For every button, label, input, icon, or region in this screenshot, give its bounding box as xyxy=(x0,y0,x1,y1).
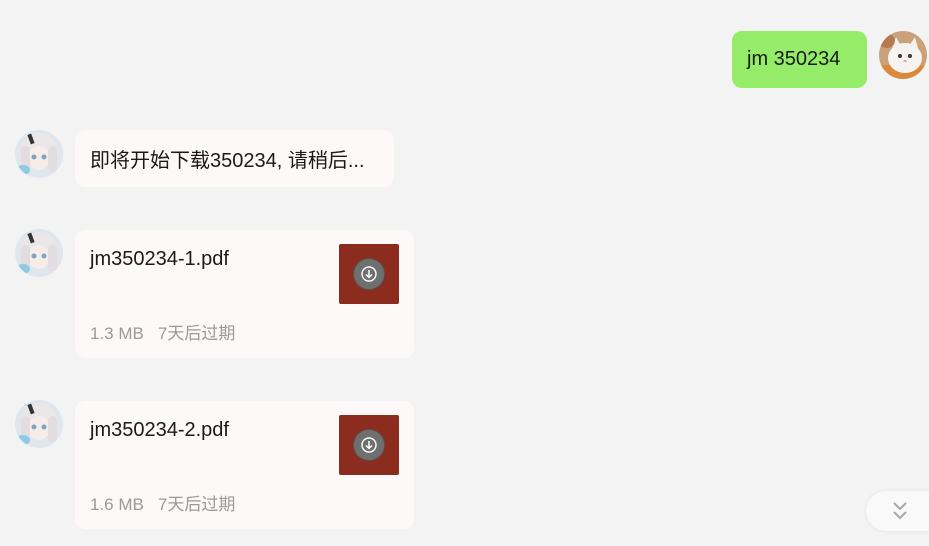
file-expiry: 7天后过期 xyxy=(157,324,236,343)
file-name: jm350234-2.pdf xyxy=(90,419,229,441)
cat-avatar-icon xyxy=(879,31,927,79)
bot-avatar[interactable] xyxy=(15,229,63,277)
anime-girl-avatar-icon xyxy=(15,229,63,277)
self-avatar[interactable] xyxy=(879,31,927,79)
double-chevron-down-icon xyxy=(893,502,907,520)
download-icon[interactable] xyxy=(354,259,384,289)
sent-message-text: jm 350234 xyxy=(747,48,841,70)
file-name: jm350234-1.pdf xyxy=(90,248,229,270)
scroll-to-bottom-button[interactable] xyxy=(866,491,929,531)
anime-girl-avatar-icon xyxy=(15,400,63,448)
download-icon[interactable] xyxy=(354,430,384,460)
file-size: 1.3 MB xyxy=(90,324,144,343)
pdf-file-icon[interactable] xyxy=(339,244,399,304)
arrow-down-icon xyxy=(361,437,377,453)
bot-avatar[interactable] xyxy=(15,130,63,178)
pdf-file-icon[interactable] xyxy=(339,415,399,475)
received-message-text: 即将开始下载350234, 请稍后... xyxy=(90,150,365,172)
file-message-card[interactable]: jm350234-1.pdf 1.3 MB 7天后过期 xyxy=(75,230,414,358)
bot-avatar[interactable] xyxy=(15,400,63,448)
anime-girl-avatar-icon xyxy=(15,130,63,178)
file-expiry: 7天后过期 xyxy=(157,495,236,514)
received-message-bubble[interactable]: 即将开始下载350234, 请稍后... xyxy=(75,130,394,187)
file-meta: 1.3 MB 7天后过期 xyxy=(90,319,235,344)
sent-message-bubble[interactable]: jm 350234 xyxy=(732,31,867,88)
file-message-card[interactable]: jm350234-2.pdf 1.6 MB 7天后过期 xyxy=(75,401,414,529)
file-meta: 1.6 MB 7天后过期 xyxy=(90,490,235,515)
chat-window: jm 350234 即将开始下载350234, 请稍后... jm350234-… xyxy=(0,0,929,546)
file-size: 1.6 MB xyxy=(90,495,144,514)
arrow-down-icon xyxy=(361,266,377,282)
